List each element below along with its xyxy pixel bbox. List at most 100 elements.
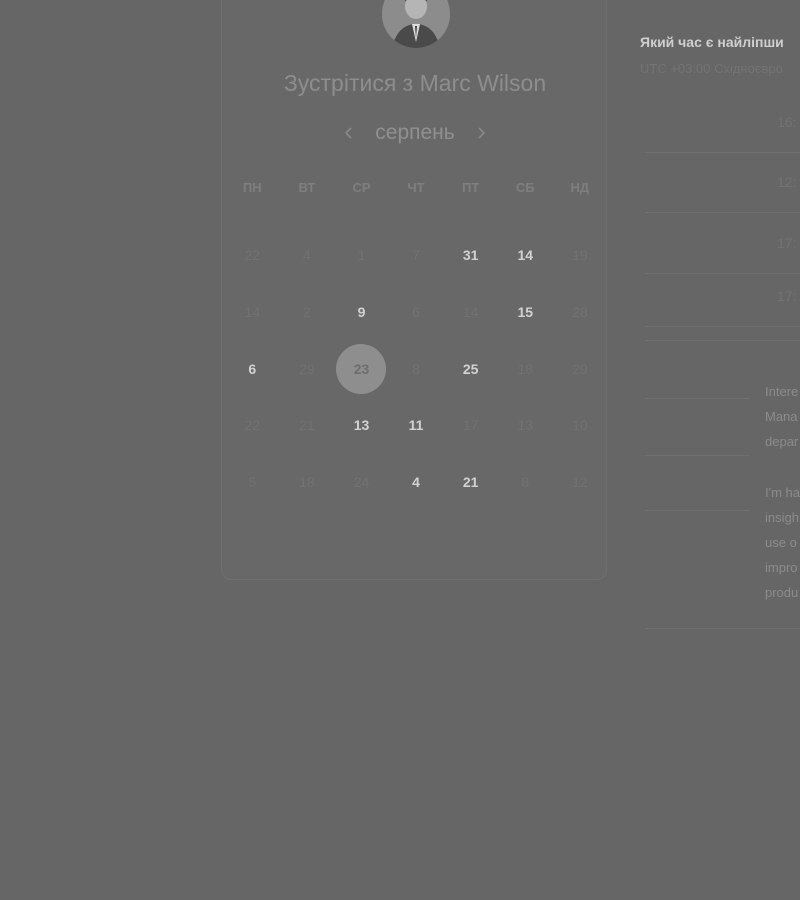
meeting-title: Зустрітися з Marc Wilson xyxy=(283,70,547,96)
time-picker-heading: Який час є найліпши xyxy=(640,34,784,50)
time-slot[interactable]: 17: xyxy=(645,266,800,327)
day-number: 9 xyxy=(357,304,366,321)
day-number: 11 xyxy=(408,417,424,434)
calendar-day[interactable]: 15 xyxy=(498,284,553,341)
month-navigation: серпень xyxy=(221,118,609,148)
day-number: 19 xyxy=(572,247,588,264)
calendar-day[interactable]: 25 xyxy=(443,340,498,397)
chevron-left-icon xyxy=(345,127,352,139)
time-slot-label: 12: xyxy=(777,174,797,190)
selected-day[interactable]: 23 xyxy=(334,340,389,397)
day-number: 14 xyxy=(244,304,261,321)
calendar-day: 19 xyxy=(553,227,608,284)
time-slot-label: 16: xyxy=(777,114,797,130)
prev-month-button[interactable] xyxy=(341,123,357,143)
calendar-day: 28 xyxy=(553,284,608,341)
calendar-day: 2 xyxy=(280,284,335,341)
calendar-day: 29 xyxy=(280,340,335,397)
calendar-day: 12 xyxy=(553,454,608,511)
day-number: 17 xyxy=(462,417,479,434)
calendar-day: 13 xyxy=(498,397,553,454)
calendar-grid: 22 4 1 7 31 14 19 14 2 9 6 14 15 28 6 29 23 8 25 18 29 22 21 13… xyxy=(225,227,607,510)
divider xyxy=(645,340,800,341)
day-number: 24 xyxy=(353,474,370,491)
description-line: produ xyxy=(765,585,799,600)
time-slot[interactable]: 17: xyxy=(645,213,800,274)
day-number: 18 xyxy=(517,360,534,377)
description-line: impro xyxy=(765,560,798,575)
day-number: 23 xyxy=(353,360,370,377)
calendar-day: 1 xyxy=(334,227,389,284)
day-number: 12 xyxy=(572,474,588,491)
calendar-day: 14 xyxy=(443,284,498,341)
day-number: 13 xyxy=(353,417,370,434)
day-number: 15 xyxy=(517,304,534,321)
weekday-label: СР xyxy=(352,180,371,195)
day-number: 29 xyxy=(299,360,315,377)
day-number: 14 xyxy=(517,247,534,264)
chevron-right-icon xyxy=(478,127,485,139)
day-number: 14 xyxy=(462,304,479,321)
day-number: 5 xyxy=(248,474,257,491)
calendar-day[interactable]: 6 xyxy=(225,340,280,397)
day-number: 8 xyxy=(521,474,530,491)
day-number: 21 xyxy=(462,474,479,491)
weekday-label: СБ xyxy=(515,180,535,195)
weekday-label: ВТ xyxy=(298,180,316,195)
description-line: use o xyxy=(765,535,797,550)
calendar-day: 4 xyxy=(280,227,335,284)
calendar-day[interactable]: 4 xyxy=(389,454,444,511)
divider xyxy=(645,510,750,511)
calendar-day[interactable]: 13 xyxy=(334,397,389,454)
calendar-day: 24 xyxy=(334,454,389,511)
calendar-day: 18 xyxy=(498,340,553,397)
calendar-day: 14 xyxy=(225,284,280,341)
day-number: 6 xyxy=(248,360,257,377)
day-number: 2 xyxy=(302,304,311,321)
day-number: 8 xyxy=(412,360,420,377)
calendar-day[interactable]: 31 xyxy=(443,227,498,284)
calendar-day: 8 xyxy=(389,340,444,397)
calendar-day: 7 xyxy=(389,227,444,284)
calendar-day: 21 xyxy=(280,397,335,454)
weekday-label: ЧТ xyxy=(407,180,425,195)
timezone-label[interactable]: UTC +03:00 Східноєвро xyxy=(640,61,783,76)
month-label: серпень xyxy=(375,121,455,144)
calendar-day: 22 xyxy=(225,227,280,284)
weekday-header: ПН ВТ СР ЧТ ПТ СБ НД xyxy=(225,180,607,195)
weekday-label: ПН xyxy=(242,180,262,195)
day-number: 10 xyxy=(572,417,588,434)
page: Зустрітися з Marc Wilson серпень ПН ВТ СР Ч… xyxy=(0,0,800,900)
divider xyxy=(645,628,800,629)
calendar-day: 8 xyxy=(498,454,553,511)
weekday-label: ПТ xyxy=(462,180,480,195)
day-number: 21 xyxy=(299,417,315,434)
calendar-day: 17 xyxy=(443,397,498,454)
host-description-intro: Intere Mana depar xyxy=(765,379,798,454)
calendar-day: 10 xyxy=(553,397,608,454)
day-number: 1 xyxy=(357,247,366,264)
time-slot-label: 17: xyxy=(777,288,797,304)
day-number: 7 xyxy=(412,247,420,264)
time-slot-label: 17: xyxy=(777,235,797,251)
day-number: 4 xyxy=(412,474,420,491)
day-number: 6 xyxy=(412,304,420,321)
day-number: 31 xyxy=(462,247,479,264)
calendar-day[interactable]: 21 xyxy=(443,454,498,511)
day-number: 4 xyxy=(302,247,311,264)
calendar-day[interactable]: 14 xyxy=(498,227,553,284)
day-number: 13 xyxy=(517,417,534,434)
time-slot[interactable]: 12: xyxy=(645,152,800,213)
divider xyxy=(645,455,750,456)
calendar-day: 6 xyxy=(389,284,444,341)
next-month-button[interactable] xyxy=(473,123,489,143)
description-line: insigh xyxy=(765,510,799,525)
calendar-day: 18 xyxy=(280,454,335,511)
day-number: 22 xyxy=(244,247,261,264)
day-number: 29 xyxy=(572,360,588,377)
time-slot[interactable]: 16: xyxy=(645,92,800,153)
calendar-day: 5 xyxy=(225,454,280,511)
calendar-day[interactable]: 9 xyxy=(334,284,389,341)
description-line: Mana xyxy=(765,409,798,424)
calendar-day[interactable]: 11 xyxy=(389,397,444,454)
